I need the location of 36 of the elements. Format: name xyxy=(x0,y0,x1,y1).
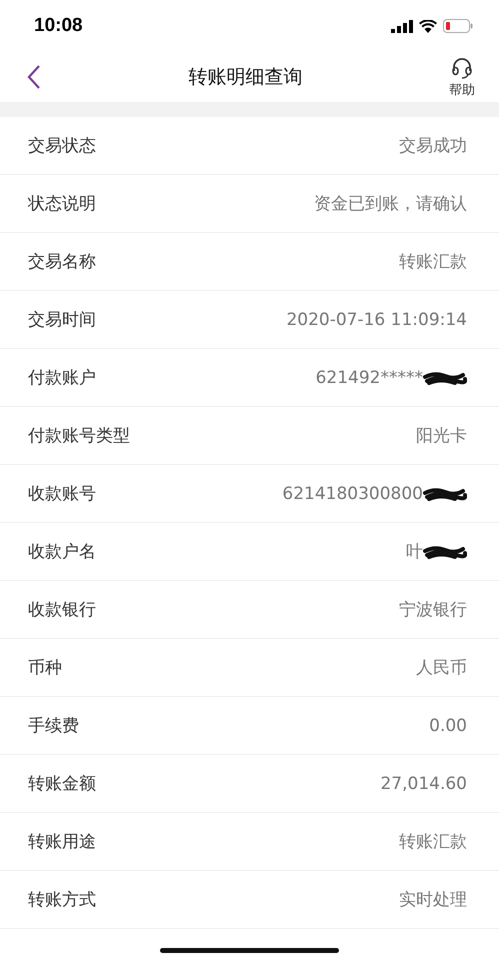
field-label: 状态说明 xyxy=(28,193,96,215)
field-label: 手续费 xyxy=(28,715,79,737)
field-label: 币种 xyxy=(28,657,62,679)
field-label: 收款银行 xyxy=(28,599,96,621)
signal-icon xyxy=(391,20,413,32)
field-label: 收款户名 xyxy=(28,541,96,563)
field-label: 交易时间 xyxy=(28,309,96,331)
field-value: 阳光卡 xyxy=(416,425,467,447)
field-value: 宁波银行 xyxy=(399,599,467,621)
field-label: 交易状态 xyxy=(28,135,96,157)
field-value: 6214180300800 xyxy=(282,484,423,504)
field-label: 付款账号类型 xyxy=(28,425,130,447)
status-time: 10:08 xyxy=(34,15,83,37)
battery-icon xyxy=(443,19,473,33)
field-value: 0.00 xyxy=(429,716,467,736)
page-title: 转账明细查询 xyxy=(188,65,302,90)
field-value: 转账汇款 xyxy=(399,831,467,853)
field-label: 交易名称 xyxy=(28,251,96,273)
field-value: 叶 xyxy=(406,541,423,563)
wifi-icon xyxy=(419,20,437,32)
field-value: 621492***** xyxy=(316,368,423,388)
field-value: 交易成功 xyxy=(399,135,467,157)
help-button[interactable]: 帮助 xyxy=(449,56,475,98)
field-label: 转账金额 xyxy=(28,773,96,795)
field-value: 转账汇款 xyxy=(399,251,467,273)
headset-icon xyxy=(450,56,474,80)
field-value: 人民币 xyxy=(416,657,467,679)
field-value: 资金已到账，请确认 xyxy=(314,193,467,215)
field-label: 转账用途 xyxy=(28,831,96,853)
field-value: 27,014.60 xyxy=(380,774,467,794)
back-button[interactable] xyxy=(26,64,42,90)
field-label: 转账方式 xyxy=(28,889,96,911)
field-label: 付款账户 xyxy=(28,367,96,389)
field-value: 实时处理 xyxy=(399,889,467,911)
field-label: 收款账号 xyxy=(28,483,96,505)
field-value: 2020-07-16 11:09:14 xyxy=(286,310,467,330)
